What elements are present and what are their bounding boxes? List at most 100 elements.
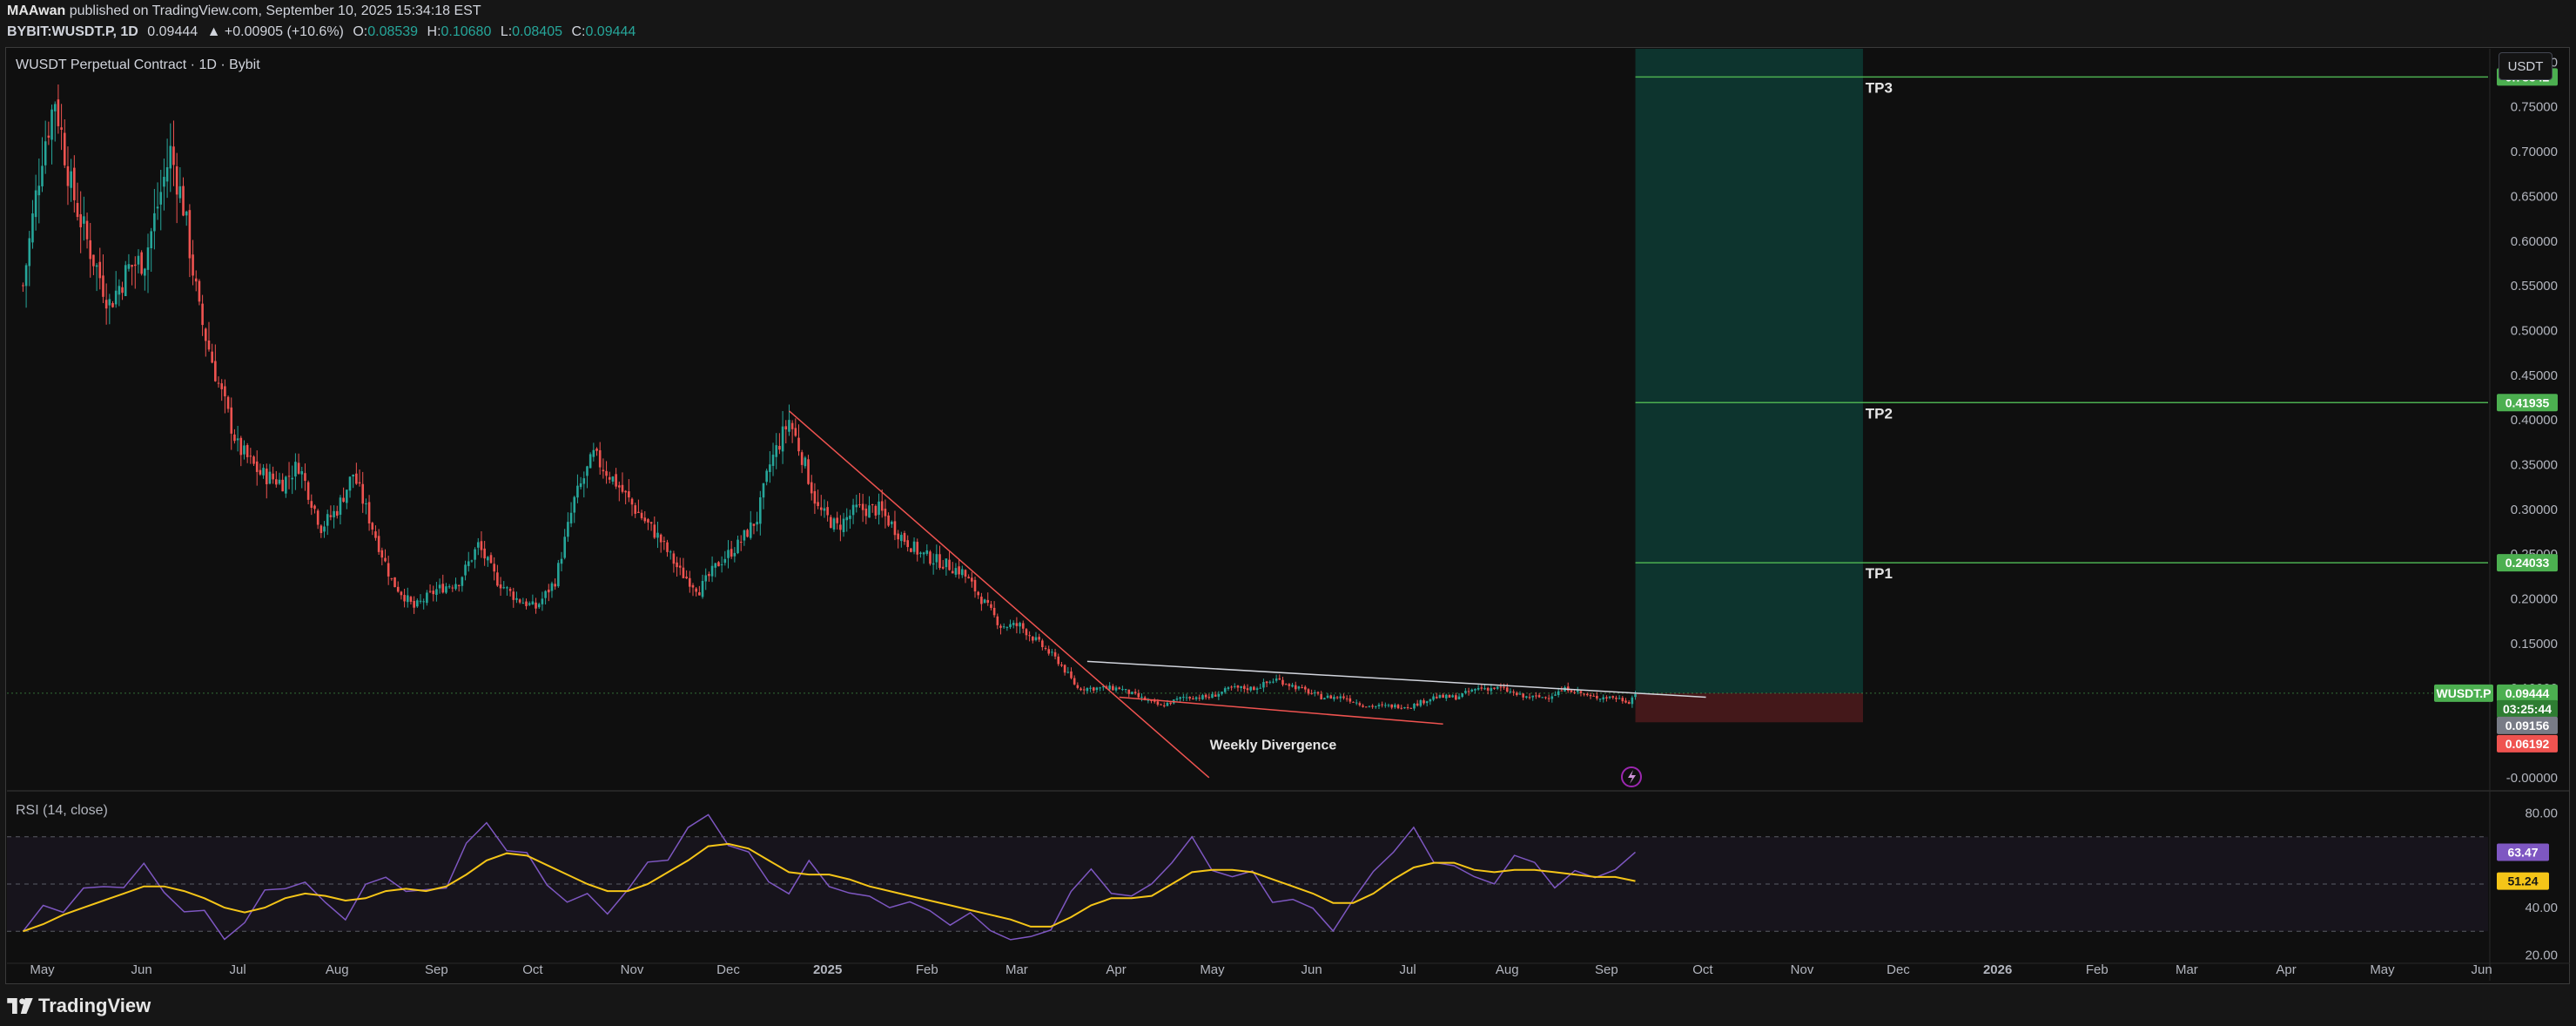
candle-body (630, 498, 634, 505)
time-tick-label: Mar (1006, 962, 1028, 977)
candle-body (487, 557, 489, 561)
candle-body (1137, 693, 1140, 698)
candle-body (291, 477, 294, 480)
long-position-risk-zone[interactable] (1635, 692, 1863, 723)
candle-body (826, 507, 829, 516)
candle-body (304, 473, 306, 482)
candle-body (727, 550, 730, 558)
candle-body (1243, 685, 1246, 689)
candle-body (1596, 695, 1598, 699)
candle-body (560, 558, 563, 564)
candle-body (1288, 684, 1291, 686)
price-tick-label: 0.60000 (2511, 234, 2558, 249)
candle-body (1133, 692, 1137, 694)
candle-body (1272, 681, 1275, 683)
candle-body (1627, 702, 1631, 705)
candle-body (842, 518, 845, 532)
candle-body (1531, 695, 1535, 698)
candle-body (111, 302, 114, 307)
candle-body (201, 303, 204, 326)
candle-body (1455, 695, 1457, 700)
candle-body (1358, 703, 1362, 705)
candle-body (1310, 692, 1313, 694)
price-label-text: WUSDT.P (2437, 686, 2492, 700)
candle-body (1496, 686, 1499, 689)
candle-body (512, 591, 515, 600)
candle-body (416, 600, 419, 607)
alert-icon[interactable] (1621, 766, 1642, 787)
candle-body (194, 278, 198, 282)
price-chart[interactable]: 80.0040.0020.0063.4751.24 0.800000.75000… (0, 0, 2576, 1026)
candle-body (326, 514, 329, 526)
candle-body (1432, 696, 1435, 700)
candle-body (1425, 701, 1429, 704)
candle-body (567, 522, 569, 537)
candle-body (489, 555, 493, 564)
candle-body (1349, 698, 1352, 702)
candle-body (441, 584, 445, 593)
candle-body (333, 510, 335, 518)
price-tick-label: 0.30000 (2511, 503, 2558, 517)
candle-body (220, 383, 224, 389)
trendline-divergence-support[interactable] (1119, 696, 1443, 726)
rsi-tick-label: 20.00 (2525, 948, 2558, 962)
candle-body (960, 569, 964, 576)
candle-body (637, 511, 640, 513)
candle-body (275, 479, 278, 485)
candle-body (1320, 693, 1322, 700)
candle-body (537, 604, 541, 608)
candle-body (85, 220, 89, 240)
target-label: TP3 (1866, 79, 1893, 96)
candle-body (95, 265, 98, 267)
candle-body (586, 466, 589, 476)
candle-body (999, 625, 1002, 628)
time-tick-label: Nov (621, 962, 644, 977)
candle-body (710, 565, 714, 577)
candle-body (502, 587, 506, 589)
candle-body (1490, 688, 1493, 692)
candle-body (506, 587, 508, 589)
candle-body (756, 522, 758, 525)
candle-body (1291, 685, 1294, 687)
candle-body (1550, 696, 1554, 699)
trendline-downtrend[interactable] (788, 410, 1210, 779)
time-tick-label: Apr (2276, 962, 2296, 977)
candle-body (153, 213, 156, 232)
candle-body (114, 290, 118, 305)
candle-body (185, 211, 188, 216)
trendline-resistance[interactable] (1086, 660, 1706, 699)
candle-body (1323, 698, 1326, 700)
candle-body (602, 469, 605, 472)
candle-body (377, 536, 380, 552)
candle-body (1576, 690, 1579, 692)
price-axis-label: 03:25:44 (2497, 699, 2558, 718)
candle-body (1406, 707, 1409, 709)
candle-body (938, 554, 941, 568)
candle-body (63, 132, 66, 165)
candle-body (214, 361, 217, 381)
candle-body (1265, 681, 1268, 684)
candle-body (1281, 679, 1284, 685)
candle-body (483, 548, 486, 559)
time-tick-label: Jul (230, 962, 246, 977)
candle-body (1066, 672, 1070, 673)
candle-body (515, 597, 518, 600)
candle-body (163, 177, 165, 187)
candle-body (990, 604, 992, 608)
candle-body (1089, 687, 1092, 689)
candle-body (461, 577, 464, 586)
price-label-text: 0.09444 (2505, 686, 2550, 700)
price-tick-label: 0.70000 (2511, 145, 2558, 159)
candle-body (1092, 687, 1095, 691)
weekly-divergence-label: Weekly Divergence (1210, 739, 1337, 753)
candle-body (649, 522, 653, 524)
long-position-profit-zone[interactable] (1635, 49, 1863, 693)
candle-body (329, 515, 333, 517)
candle-body (1634, 693, 1637, 698)
candle-body (281, 479, 284, 492)
candle-body (910, 548, 912, 552)
candle-body (903, 533, 906, 543)
candle-body (951, 570, 954, 574)
currency-unit-button[interactable]: USDT (2499, 52, 2552, 80)
candle-body (1583, 693, 1585, 695)
